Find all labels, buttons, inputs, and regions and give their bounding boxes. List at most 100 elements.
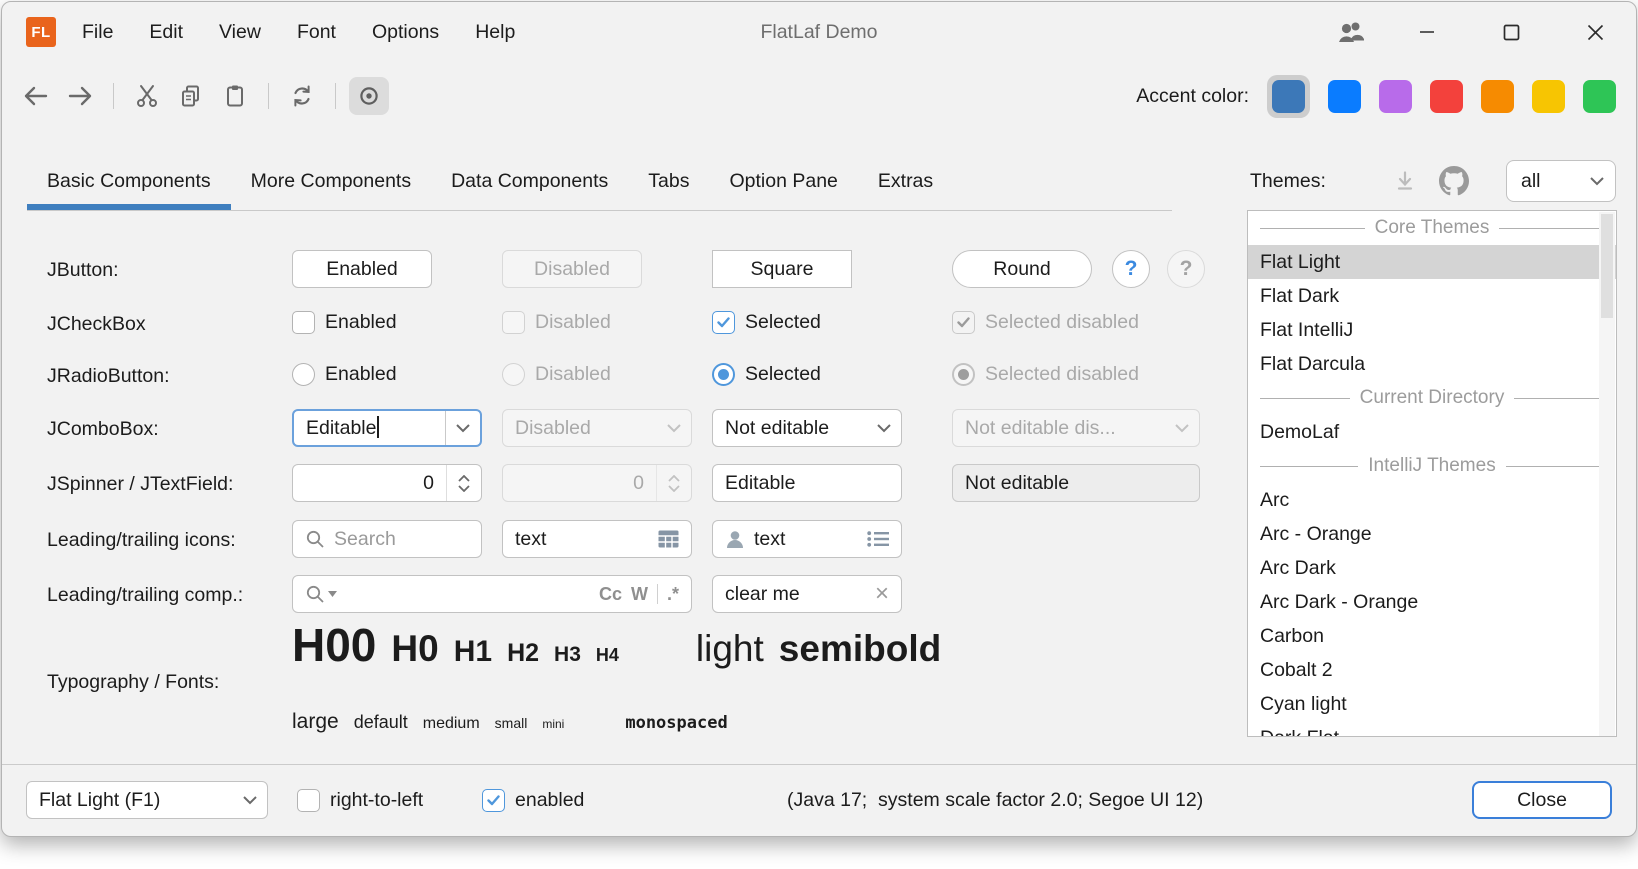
chevron-down-icon[interactable] (233, 782, 267, 818)
clear-icon[interactable]: × (875, 582, 889, 606)
tab-data-components[interactable]: Data Components (431, 152, 628, 210)
refresh-button[interactable] (282, 77, 322, 115)
theme-item-carbon[interactable]: Carbon (1248, 619, 1616, 653)
menu-edit[interactable]: Edit (149, 21, 183, 44)
spinner-buttons[interactable] (446, 465, 481, 501)
theme-item-arc[interactable]: Arc (1248, 483, 1616, 517)
chevron-down-icon[interactable] (458, 485, 470, 492)
paste-button[interactable] (215, 77, 255, 115)
combobox-value[interactable]: Editable (294, 416, 445, 440)
accent-swatch-orange[interactable] (1481, 80, 1514, 113)
theme-item-arc-orange[interactable]: Arc - Orange (1248, 517, 1616, 551)
radio-icon[interactable] (292, 363, 315, 386)
search-field-with-buttons[interactable]: Cc W .* (292, 575, 692, 613)
checkbox-icon[interactable] (297, 789, 320, 812)
accent-color-label: Accent color: (1136, 85, 1249, 108)
accent-swatch-green[interactable] (1583, 80, 1616, 113)
list-icon[interactable] (867, 531, 889, 547)
checkbox-enabled[interactable]: Enabled (292, 311, 397, 334)
minimize-button[interactable] (1404, 2, 1450, 62)
chevron-down-icon[interactable] (445, 411, 480, 445)
forward-button[interactable] (60, 77, 100, 115)
enabled-button[interactable]: Enabled (292, 250, 432, 288)
whole-words-toggle[interactable]: W (631, 584, 648, 605)
theme-item-cobalt-2[interactable]: Cobalt 2 (1248, 653, 1616, 687)
spinner-value[interactable]: 0 (293, 472, 446, 495)
separator-line (1260, 228, 1365, 229)
right-to-left-checkbox[interactable]: right-to-left (297, 789, 423, 812)
theme-item-demolaf[interactable]: DemoLaf (1248, 415, 1616, 449)
menu-file[interactable]: File (82, 21, 113, 44)
clearable-textfield[interactable]: clear me × (712, 575, 902, 613)
radio-selected[interactable]: Selected (712, 363, 821, 386)
tab-extras[interactable]: Extras (858, 152, 953, 210)
copy-button[interactable] (171, 77, 211, 115)
checkbox-disabled: Disabled (502, 311, 611, 334)
download-themes-button[interactable] (1387, 163, 1423, 199)
help-button[interactable]: ? (1112, 250, 1150, 288)
menu-help[interactable]: Help (475, 21, 515, 44)
accent-swatch-yellow[interactable] (1532, 80, 1565, 113)
menu-view[interactable]: View (219, 21, 261, 44)
theme-item-arc-dark-orange[interactable]: Arc Dark - Orange (1248, 585, 1616, 619)
square-button[interactable]: Square (712, 250, 852, 288)
radio-enabled[interactable]: Enabled (292, 363, 397, 386)
table-icon[interactable] (658, 530, 679, 548)
textfield-with-person-icon[interactable]: text (712, 520, 902, 558)
github-button[interactable] (1436, 163, 1472, 199)
typography-headings: H00 H0 H1 H2 H3 H4 light semibold (292, 618, 941, 672)
theme-item-dark-flat[interactable]: Dark Flat (1248, 721, 1616, 737)
tab-basic-components[interactable]: Basic Components (27, 152, 231, 210)
checkbox-checked-icon[interactable] (712, 311, 735, 334)
theme-item-flat-light[interactable]: Flat Light (1248, 245, 1616, 279)
show-hidden-toggle-button[interactable] (349, 77, 389, 115)
not-editable-combobox[interactable]: Not editable (712, 409, 902, 447)
theme-item-flat-intellij[interactable]: Flat IntelliJ (1248, 313, 1616, 347)
menu-options[interactable]: Options (372, 21, 439, 44)
separator-line (1514, 398, 1604, 399)
theme-item-cyan-light[interactable]: Cyan light (1248, 687, 1616, 721)
chevron-down-icon[interactable] (867, 410, 901, 446)
enabled-checkbox[interactable]: enabled (482, 789, 584, 812)
maximize-button[interactable] (1488, 2, 1534, 62)
chevron-up-icon[interactable] (458, 475, 470, 482)
round-button[interactable]: Round (952, 250, 1092, 288)
tab-option-pane[interactable]: Option Pane (709, 152, 857, 210)
accent-swatch-blue[interactable] (1328, 80, 1361, 113)
look-and-feel-combobox[interactable]: Flat Light (F1) (26, 781, 268, 819)
themes-scrollbar-thumb[interactable] (1601, 214, 1613, 318)
theme-item-flat-darcula[interactable]: Flat Darcula (1248, 347, 1616, 381)
editable-textfield[interactable]: Editable (712, 464, 902, 502)
close-window-button[interactable] (1572, 2, 1618, 62)
theme-item-flat-dark[interactable]: Flat Dark (1248, 279, 1616, 313)
search-with-menu-button[interactable] (305, 584, 337, 604)
accent-swatch-red[interactable] (1430, 80, 1463, 113)
accent-swatch-default-blue[interactable] (1272, 80, 1305, 113)
search-field[interactable]: Search (292, 520, 482, 558)
themes-scrollbar[interactable] (1599, 212, 1615, 737)
typography-light: light (696, 628, 764, 670)
menu-font[interactable]: Font (297, 21, 336, 44)
disabled-button: Disabled (502, 250, 642, 288)
textfield-with-table-icon[interactable]: text (502, 520, 692, 558)
spinner[interactable]: 0 (292, 464, 482, 502)
cut-button[interactable] (127, 77, 167, 115)
maximize-icon (1503, 24, 1520, 41)
close-button[interactable]: Close (1472, 781, 1612, 819)
accent-swatch-purple[interactable] (1379, 80, 1412, 113)
editable-combobox[interactable]: Editable (292, 409, 482, 447)
checkbox-selected[interactable]: Selected (712, 311, 821, 334)
checkbox-checked-icon[interactable] (482, 789, 505, 812)
typography-h2: H2 (507, 639, 539, 668)
tab-more-components[interactable]: More Components (231, 152, 431, 210)
close-icon (1587, 24, 1604, 41)
checkbox-icon[interactable] (292, 311, 315, 334)
themes-filter-combobox[interactable]: all (1506, 160, 1616, 202)
regex-toggle[interactable]: .* (667, 584, 679, 605)
radio-selected-icon[interactable] (712, 363, 735, 386)
theme-item-arc-dark[interactable]: Arc Dark (1248, 551, 1616, 585)
match-case-toggle[interactable]: Cc (599, 584, 622, 605)
users-button[interactable] (1322, 2, 1382, 62)
back-button[interactable] (16, 77, 56, 115)
tab-tabs[interactable]: Tabs (628, 152, 709, 210)
